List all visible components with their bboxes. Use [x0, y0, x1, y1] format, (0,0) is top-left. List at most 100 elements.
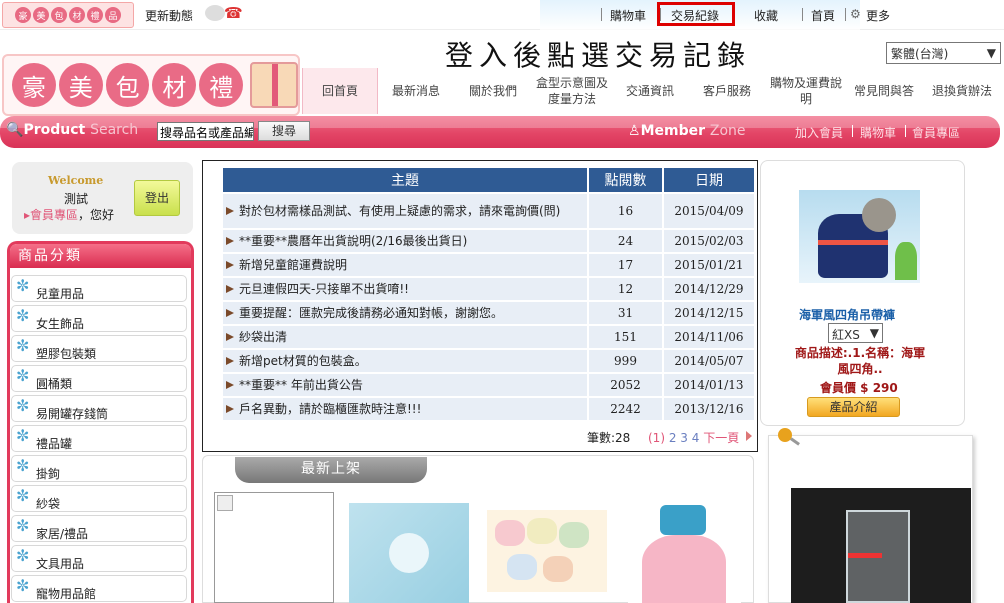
member-area-line: ▸會員專區，您好 — [24, 206, 114, 223]
nav-box-diagrams[interactable]: 盒型示意圖及 度量方法 — [532, 68, 612, 114]
news-title[interactable]: **重要** 年前出貨公告 — [223, 374, 587, 396]
top-favorites-link[interactable]: 收藏 — [754, 7, 778, 24]
pillow-shape — [559, 522, 589, 548]
promo-price: 會員價 $ 290 — [820, 381, 898, 395]
gear-icon[interactable]: ⚙ — [850, 7, 861, 21]
divider — [601, 8, 602, 21]
category-item[interactable]: ✼ 掛鉤 — [11, 455, 187, 482]
mini-logo-char: 品 — [105, 7, 121, 23]
news-title[interactable]: 對於包材需樣品測試、有使用上疑慮的需求，請來電詢價(問) — [223, 194, 587, 228]
top-more-link[interactable]: 更多 — [866, 7, 890, 24]
category-item[interactable]: ✼ 紗袋 — [11, 485, 187, 512]
category-item[interactable]: ✼ 圓桶類 — [11, 365, 187, 392]
product-image-broken[interactable] — [214, 492, 334, 603]
top-cart-link[interactable]: 購物車 — [610, 7, 646, 24]
box-label-strip — [848, 553, 882, 558]
nav-customer-service[interactable]: 客戶服務 — [692, 68, 762, 114]
news-title[interactable]: 元旦連假四天-只接單不出貨唷!! — [223, 278, 587, 300]
mini-logo[interactable]: 豪 美 包 材 禮 品 — [2, 2, 134, 28]
news-title[interactable]: 戶名異動，請於臨櫃匯款時注意!!! — [223, 398, 587, 420]
nav-home[interactable]: 回首頁 — [302, 68, 378, 114]
category-label: 兒童用品 — [36, 287, 85, 301]
snowflake-icon: ✼ — [16, 576, 30, 595]
news-update-link[interactable]: 更新動態 — [145, 7, 193, 24]
news-title[interactable]: 新增pet材質的包裝盒。 — [223, 350, 587, 372]
news-views: 24 — [589, 230, 662, 252]
nav-latest-news[interactable]: 最新消息 — [381, 68, 451, 114]
news-title[interactable]: 重要提醒：匯款完成後請務必通知對帳，謝謝您。 — [223, 302, 587, 324]
join-member-link[interactable]: 加入會員 — [795, 124, 843, 141]
brand-char: 豪 — [12, 63, 56, 107]
category-label: 家居/禮品 — [36, 527, 89, 541]
news-date: 2014/11/06 — [664, 326, 754, 348]
news-title[interactable]: **重要**農曆年出貨說明(2/16最後出貨日) — [223, 230, 587, 252]
snowflake-icon: ✼ — [16, 396, 30, 415]
news-date: 2014/05/07 — [664, 350, 754, 372]
nav-traffic-info[interactable]: 交通資訊 — [615, 68, 685, 114]
column-header-subject: 主題 — [223, 168, 587, 192]
column-header-views: 點閱數 — [589, 168, 662, 192]
new-arrivals-title: 最新上架 — [235, 457, 427, 483]
product-image-pillows[interactable] — [487, 510, 607, 592]
mini-logo-char: 豪 — [15, 7, 31, 23]
news-title[interactable]: 新增兒童館運費說明 — [223, 254, 587, 276]
product-word: Product — [23, 122, 86, 138]
category-label: 寵物用品館 — [36, 587, 97, 601]
brand-logo[interactable]: 豪 美 包 材 禮 — [2, 54, 300, 116]
category-item[interactable]: ✼ 禮品罐 — [11, 425, 187, 452]
logout-button[interactable]: 登出 — [134, 180, 180, 216]
member-area-link[interactable]: 會員專區 — [912, 124, 960, 141]
search-button[interactable]: 搜尋 — [258, 121, 310, 141]
category-label: 禮品罐 — [36, 437, 73, 451]
record-count: 筆數:28 — [587, 431, 631, 445]
divider — [852, 125, 853, 137]
category-item[interactable]: ✼ 塑膠包裝類 — [11, 335, 187, 362]
category-label: 掛鉤 — [36, 467, 61, 481]
news-views: 151 — [589, 326, 662, 348]
highlight-box — [657, 2, 735, 26]
arrow-right-icon[interactable] — [746, 431, 752, 441]
promo-option-select[interactable]: 紅XS ▼ — [828, 323, 883, 343]
pager-next[interactable]: 下一頁 — [703, 431, 739, 445]
zone-word: Zone — [709, 123, 746, 139]
chat-bubble-icon[interactable] — [205, 5, 225, 21]
snowflake-icon: ✼ — [16, 426, 30, 445]
news-date: 2014/12/29 — [664, 278, 754, 300]
chevron-down-icon: ▼ — [986, 46, 996, 60]
news-title[interactable]: 紗袋出清 — [223, 326, 587, 348]
phone-icon[interactable]: ☎ — [224, 4, 244, 22]
category-item[interactable]: ✼ 文具用品 — [11, 545, 187, 572]
promo-product-title[interactable]: 海軍風四角吊帶褲 — [799, 306, 895, 323]
broken-image-icon — [217, 495, 233, 511]
cart-link[interactable]: 購物車 — [860, 124, 896, 141]
nav-about-us[interactable]: 關於我們 — [458, 68, 528, 114]
category-item[interactable]: ✼ 女生飾品 — [11, 305, 187, 332]
product-intro-button[interactable]: 產品介紹 — [807, 397, 900, 417]
category-item[interactable]: ✼ 易開罐存錢筒 — [11, 395, 187, 422]
language-select[interactable]: 繁體(台灣) ▼ — [886, 42, 1001, 64]
news-date: 2013/12/16 — [664, 398, 754, 420]
member-area-login-link[interactable]: 會員專區 — [30, 208, 78, 222]
nav-returns[interactable]: 退換貨辦法 — [924, 68, 1000, 114]
news-date: 2015/04/09 — [664, 194, 754, 228]
nav-faq[interactable]: 常見問與答 — [849, 68, 919, 114]
product-image-toilet-pads[interactable] — [349, 503, 469, 603]
news-views: 999 — [589, 350, 662, 372]
category-item[interactable]: ✼ 家居/禮品 — [11, 515, 187, 542]
pager-current: (1) — [648, 431, 665, 445]
promo-description: 商品描述:.1.名稱：海軍風四角.. — [794, 346, 926, 376]
mini-logo-char: 包 — [51, 7, 67, 23]
pager-pages[interactable]: 2 3 4 — [669, 431, 700, 445]
category-label: 紗袋 — [36, 497, 61, 511]
category-item[interactable]: ✼ 寵物用品館 — [11, 575, 187, 602]
top-home-link[interactable]: 首頁 — [811, 7, 835, 24]
category-item[interactable]: ✼ 兒童用品 — [11, 275, 187, 302]
news-date: 2015/02/03 — [664, 230, 754, 252]
mini-logo-char: 禮 — [87, 7, 103, 23]
category-label: 女生飾品 — [36, 317, 85, 331]
chevron-down-icon: ▼ — [869, 326, 879, 340]
news-views: 17 — [589, 254, 662, 276]
nav-shipping-info[interactable]: 購物及運費說 明 — [764, 68, 848, 114]
news-views: 2242 — [589, 398, 662, 420]
search-input[interactable]: 搜尋品名或產品編 — [157, 122, 254, 141]
